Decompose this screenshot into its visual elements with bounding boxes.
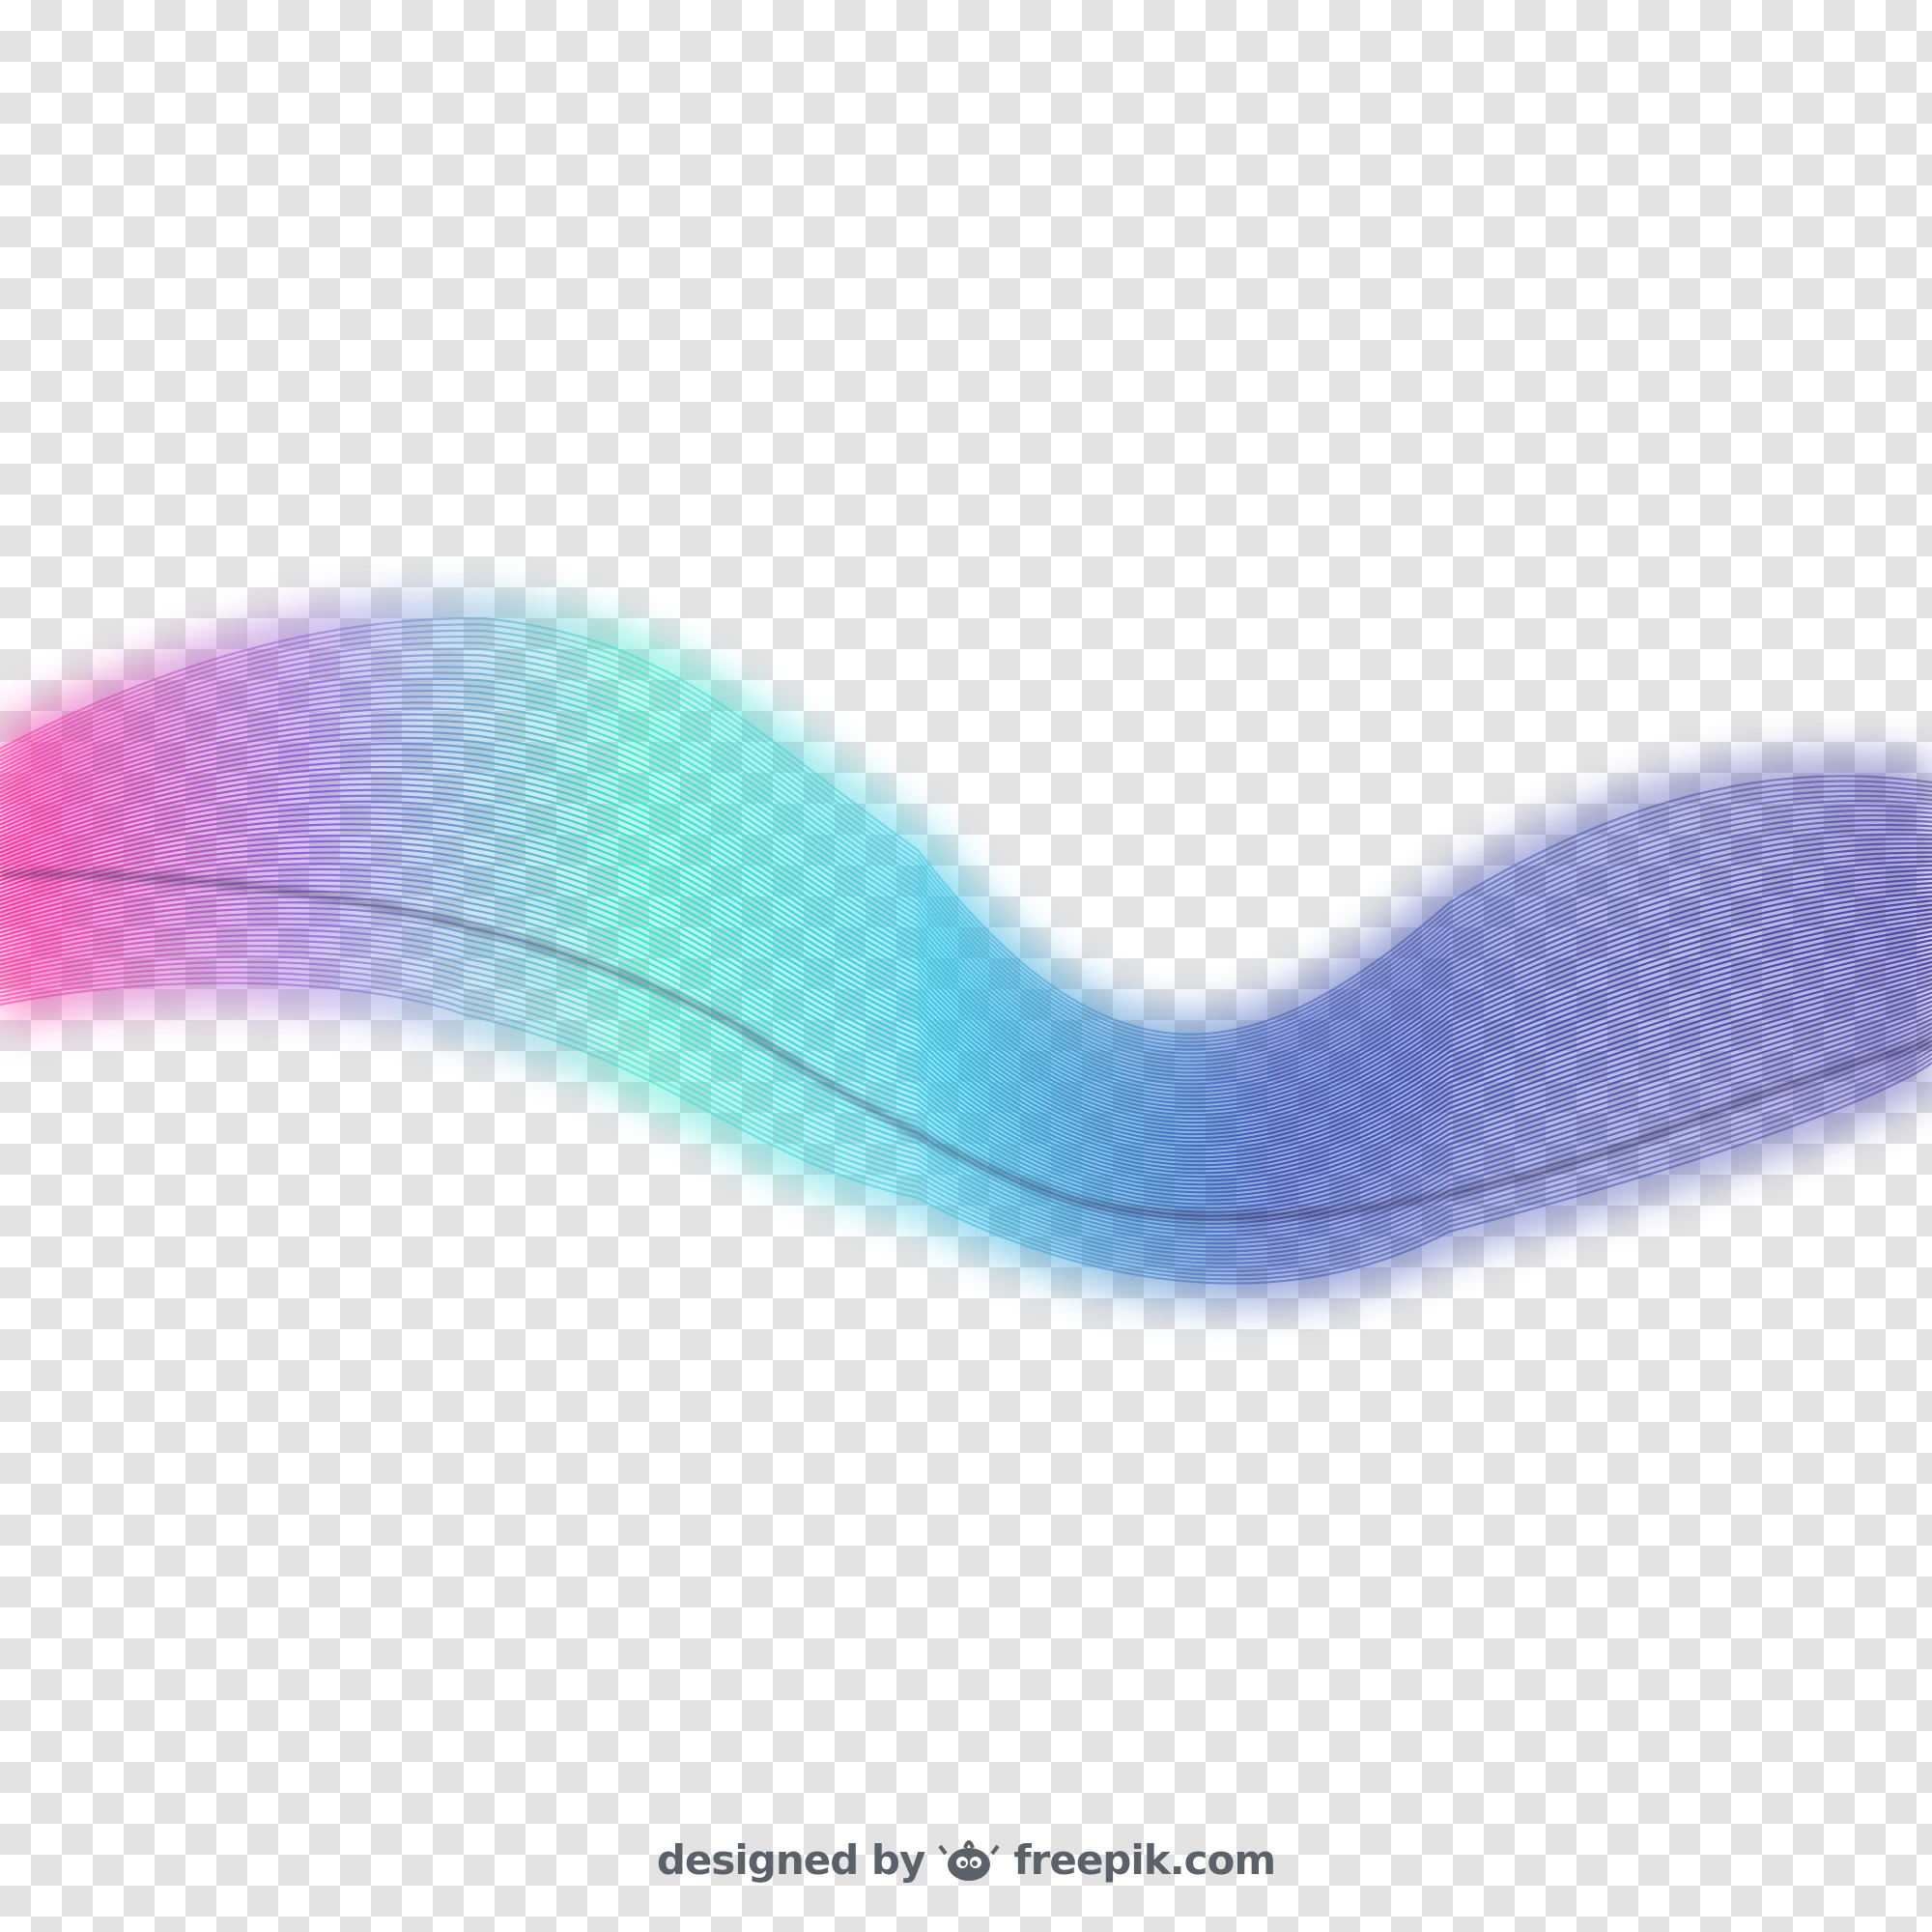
wave-artwork	[0, 598, 1932, 1303]
freepik-credit: designed by freepik.com	[0, 1821, 1932, 1898]
credit-brand: freepik.com	[1013, 1835, 1276, 1884]
credit-prefix: designed by	[656, 1835, 926, 1884]
freepik-logo-icon	[938, 1840, 1000, 1881]
